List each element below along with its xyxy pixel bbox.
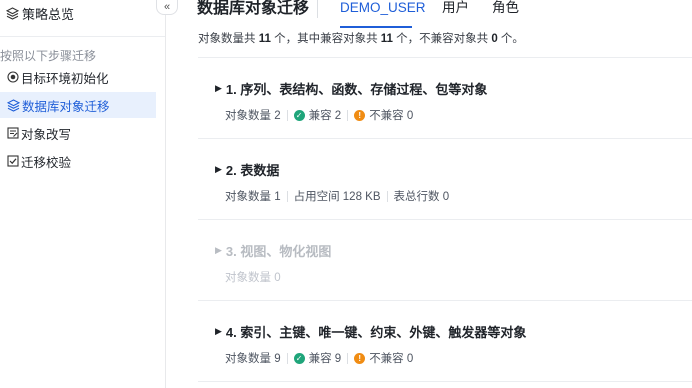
object-summary: 对象数量共 11 个，其中兼容对象共 11 个，不兼容对象共 0 个。: [198, 33, 524, 45]
strategy-overview-icon: [6, 6, 19, 20]
warning-circle-icon: !: [354, 352, 366, 364]
tab-demo-user[interactable]: DEMO_USER: [340, 0, 426, 17]
check-circle-icon: ✓: [293, 352, 305, 364]
section-4-stats: 对象数量 9 ✓ 兼容 9 ! 不兼容 0: [225, 352, 414, 365]
tab-users[interactable]: 用户: [442, 0, 469, 17]
sidebar-item-object-rewrite[interactable]: 对象改写: [0, 120, 156, 146]
section-divider: [198, 300, 692, 301]
tab-roles[interactable]: 角色: [492, 0, 519, 17]
sidebar-item-migration-check[interactable]: 迁移校验: [0, 148, 156, 174]
section-title: 3. 视图、物化视图: [225, 244, 332, 259]
edit-doc-icon: [7, 127, 19, 139]
caret-right-icon: ▶: [215, 326, 222, 336]
sidebar-item-label: 对象改写: [21, 127, 72, 142]
target-icon: [7, 71, 19, 83]
layers-icon: [7, 98, 20, 112]
section-divider: [198, 138, 692, 139]
header-divider: [317, 0, 318, 18]
section-1-stats: 对象数量 2 ✓ 兼容 2 ! 不兼容 0: [225, 109, 414, 122]
section-2-header[interactable]: ▶ 2. 表数据: [215, 160, 279, 179]
section-2-stats: 对象数量 1 占用空间 128 KB 表总行数 0: [225, 190, 450, 203]
section-title: 1. 序列、表结构、函数、存储过程、包等对象: [225, 82, 488, 97]
check-square-icon: [7, 155, 19, 167]
sidebar-divider: [0, 36, 165, 37]
section-4-header[interactable]: ▶ 4. 索引、主键、唯一键、约束、外键、触发器等对象: [215, 322, 526, 341]
sidebar-item-overview[interactable]: 策略总览: [0, 0, 165, 26]
page-header: 数据库对象迁移 DEMO_USER 用户 角色: [166, 0, 692, 30]
sidebar-item-label: 迁移校验: [21, 155, 72, 170]
collapse-sidebar-button[interactable]: «: [156, 0, 178, 15]
page-title: 数据库对象迁移: [197, 0, 310, 17]
section-3-stats: 对象数量 0: [225, 272, 281, 284]
section-title: 2. 表数据: [225, 163, 280, 178]
double-chevron-left-icon: «: [163, 1, 171, 13]
compatible-count: 11: [380, 33, 393, 45]
section-title: 4. 索引、主键、唯一键、约束、外键、触发器等对象: [225, 325, 527, 340]
sidebar: 策略总览 按照以下步骤迁移 目标环境初始化 数据库对象迁移 对象改写 迁移校验: [0, 0, 166, 388]
total-count: 11: [258, 33, 271, 45]
steps-label: 按照以下步骤迁移: [0, 49, 97, 63]
check-circle-icon: ✓: [293, 109, 305, 121]
section-divider: [198, 57, 692, 58]
section-1-header[interactable]: ▶ 1. 序列、表结构、函数、存储过程、包等对象: [215, 79, 487, 98]
active-tab-indicator: [340, 26, 412, 28]
section-divider: [198, 381, 692, 382]
sidebar-item-target-init[interactable]: 目标环境初始化: [0, 64, 156, 90]
sidebar-item-label: 数据库对象迁移: [22, 99, 110, 114]
caret-right-icon: ▶: [215, 164, 222, 174]
caret-right-icon: ▶: [215, 83, 222, 93]
section-3-header: ▶ 3. 视图、物化视图: [215, 241, 331, 260]
caret-right-icon: ▶: [215, 245, 222, 255]
sidebar-item-db-object-migration[interactable]: 数据库对象迁移: [0, 92, 156, 118]
section-divider: [198, 219, 692, 220]
sidebar-item-label: 目标环境初始化: [21, 71, 109, 86]
warning-circle-icon: !: [354, 109, 366, 121]
sidebar-item-label: 策略总览: [22, 6, 75, 22]
